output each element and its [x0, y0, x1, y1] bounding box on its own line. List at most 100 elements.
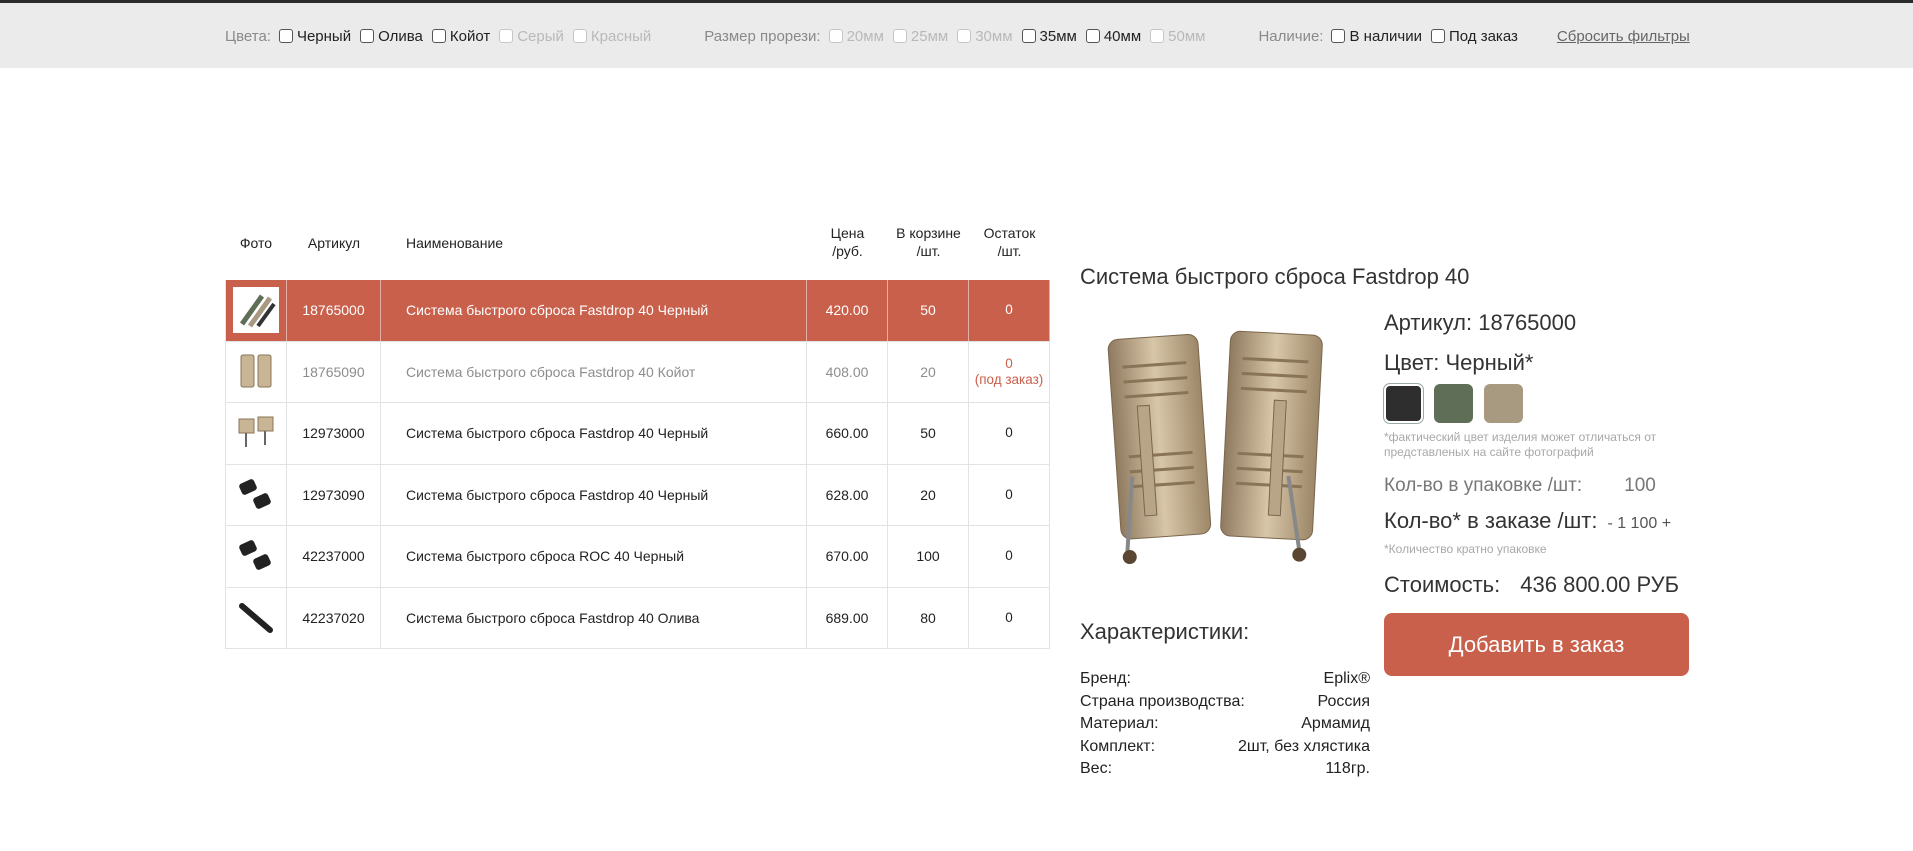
- slot-filter-checkbox: [828, 29, 843, 43]
- qty-note: *Количество кратно упаковке: [1384, 542, 1547, 556]
- price-cell: 408.00: [807, 341, 888, 402]
- slot-filter-checkbox[interactable]: [1021, 29, 1036, 43]
- color-filter-option[interactable]: Койот: [431, 28, 490, 45]
- photo-cell: [225, 587, 287, 648]
- slot-filter-option-label: 20мм: [846, 27, 884, 45]
- product-color: Цвет: Черный*: [1384, 350, 1534, 375]
- reset-filters-link[interactable]: Сбросить фильтры: [1557, 28, 1690, 45]
- stock-cell: 0: [969, 280, 1050, 341]
- table-row[interactable]: 12973000 Система быстрого сброса Fastdrop…: [225, 403, 1050, 465]
- pack-quantity: Кол-во в упаковке /шт: 100: [1384, 475, 1689, 497]
- filter-bar-inner: Цвета: Черный Олива Койот Серый Красный Разм…: [225, 25, 1690, 47]
- availability-filter-label: Наличие:: [1258, 27, 1324, 45]
- header-sku: Артикул: [307, 235, 361, 251]
- stock-value: 0: [1005, 425, 1013, 441]
- photo-cell: [225, 341, 287, 402]
- product-table: Фото Артикул Наименование Цена /руб. В к…: [225, 218, 1050, 649]
- slot-filter-group: Размер прорези: 20мм 25мм 30мм 35мм 40мм 50мм: [704, 28, 1214, 45]
- stock-value: 0: [1005, 355, 1013, 371]
- slot-filter-option-label: 40мм: [1103, 27, 1142, 45]
- tan-tags-icon: [233, 410, 279, 457]
- availability-filter-checkbox[interactable]: [1331, 29, 1346, 43]
- slot-filter-option[interactable]: 40мм: [1085, 27, 1142, 45]
- cart-cell: 20: [888, 341, 969, 402]
- header-cart-line2: /шт.: [916, 243, 941, 259]
- availability-filter-checkbox[interactable]: [1431, 29, 1445, 43]
- availability-filter-option[interactable]: Под заказ: [1431, 28, 1518, 45]
- price-cell: 670.00: [807, 526, 888, 587]
- stock-value: 0: [1005, 609, 1013, 625]
- cart-cell: 80: [888, 587, 969, 648]
- name-cell: Система быстрого сброса Fastdrop 40 Олив…: [381, 587, 807, 648]
- color-filter-option: Красный: [572, 27, 652, 45]
- slot-filter-option: 20мм: [828, 27, 884, 45]
- characteristic-row: Материал: Армамид: [1080, 715, 1370, 738]
- color-swatch[interactable]: [1434, 384, 1473, 423]
- color-swatch[interactable]: [1484, 384, 1523, 423]
- color-filter-option-label: Серый: [517, 27, 564, 45]
- black-buckles-icon: [233, 471, 279, 518]
- color-filter-checkbox[interactable]: [431, 29, 446, 43]
- characteristics-title: Характеристики:: [1080, 619, 1250, 644]
- product-image: [1100, 325, 1335, 575]
- color-filter-option-label: Красный: [590, 27, 652, 45]
- slot-filter-option: 30мм: [957, 28, 1013, 45]
- color-swatch[interactable]: [1384, 384, 1423, 423]
- stock-cell: 0: [969, 464, 1050, 525]
- header-price-line2: /руб.: [832, 243, 863, 259]
- color-filter-checkbox[interactable]: [360, 29, 375, 43]
- stock-cell: 0: [969, 526, 1050, 587]
- name-cell: Система быстрого сброса ROC 40 Черный: [381, 526, 807, 587]
- header-stock-line1: Остаток: [983, 225, 1036, 241]
- table-row[interactable]: 18765090 Система быстрого сброса Fastdrop…: [225, 341, 1050, 403]
- header-cart-line1: В корзине: [896, 225, 961, 241]
- photo-cell: [225, 526, 287, 587]
- sku-cell: 12973090: [287, 464, 381, 525]
- table-row[interactable]: 18765000 Система быстрого сброса Fastdrop…: [225, 280, 1050, 342]
- characteristic-value: 118гр.: [1325, 760, 1370, 778]
- table-header: Фото Артикул Наименование Цена /руб. В к…: [225, 218, 1050, 280]
- black-buckles-icon: [233, 533, 279, 580]
- slot-filter-checkbox[interactable]: [1085, 29, 1100, 43]
- slot-filter-checkbox: [957, 29, 972, 43]
- characteristic-key: Комплект:: [1080, 737, 1156, 755]
- price-cell: 660.00: [807, 403, 888, 464]
- color-filter-option[interactable]: Олива: [360, 28, 423, 45]
- color-filter-label: Цвета:: [225, 27, 271, 45]
- add-to-order-button[interactable]: Добавить в заказ: [1384, 613, 1689, 676]
- sku-cell: 42237020: [287, 587, 381, 648]
- slot-filter-option-label: 35мм: [1039, 27, 1077, 45]
- stock-cell: 0: [969, 403, 1050, 464]
- availability-filter-group: Наличие: В наличии Под заказ: [1258, 28, 1526, 45]
- price-cell: 420.00: [807, 280, 888, 341]
- characteristic-row: Вес: 118гр.: [1080, 760, 1370, 783]
- stock-value: 0: [1005, 548, 1013, 564]
- table-row[interactable]: 42237020 Система быстрого сброса Fastdrop…: [225, 587, 1050, 649]
- color-filter-checkbox[interactable]: [278, 29, 293, 43]
- stock-note: (под заказ): [974, 371, 1044, 387]
- photo-cell: [225, 280, 287, 341]
- table-row[interactable]: 42237000 Система быстрого сброса ROC 40 Ч…: [225, 526, 1050, 588]
- color-filter-option: Серый: [499, 28, 564, 45]
- header-stock-line2: /шт.: [997, 243, 1022, 259]
- slot-filter-option[interactable]: 35мм: [1021, 27, 1077, 45]
- header-cart: В корзине /шт.: [888, 224, 969, 260]
- slot-filter-checkbox: [1150, 29, 1165, 43]
- color-filter-checkbox: [499, 29, 514, 43]
- availability-filter-option[interactable]: В наличии: [1331, 28, 1422, 45]
- characteristic-key: Материал:: [1080, 715, 1159, 733]
- cart-cell: 50: [888, 280, 969, 341]
- stock-cell: 0: [969, 587, 1050, 648]
- table-row[interactable]: 12973090 Система быстрого сброса Fastdrop…: [225, 464, 1050, 526]
- characteristic-key: Бренд:: [1080, 670, 1131, 687]
- product-sku: Артикул: 18765000: [1384, 310, 1577, 335]
- qty-stepper[interactable]: - 1 100 +: [1607, 515, 1671, 533]
- color-filter-checkbox: [572, 29, 587, 43]
- header-stock: Остаток /шт.: [969, 224, 1050, 260]
- characteristic-row: Бренд: Eplix®: [1080, 670, 1370, 693]
- name-cell: Система быстрого сброса Fastdrop 40 Черн…: [381, 403, 807, 464]
- price-cell: 689.00: [807, 587, 888, 648]
- stock-value: 0: [1005, 486, 1013, 502]
- color-filter-option[interactable]: Черный: [278, 28, 351, 45]
- stock-cell: 0 (под заказ): [969, 341, 1050, 402]
